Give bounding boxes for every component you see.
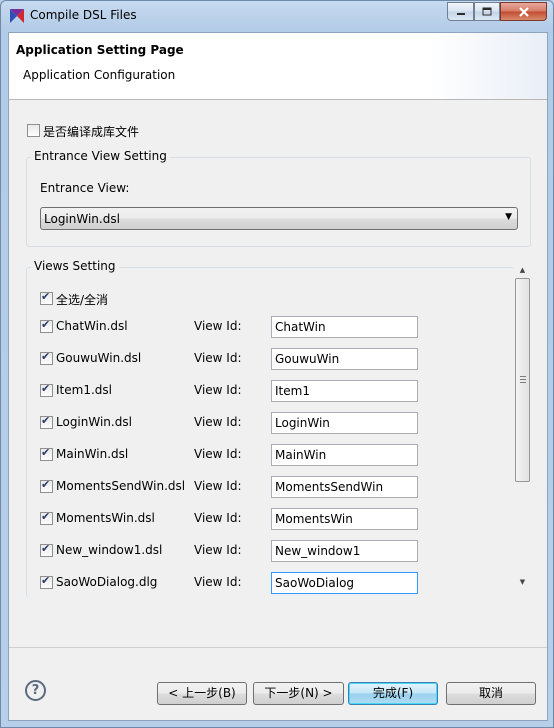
view-row-file-label: GouwuWin.dsl [56,351,142,365]
help-icon[interactable]: ? [25,680,46,701]
chevron-down-icon: ▼ [505,212,512,222]
grip-icon [520,376,526,383]
view-row-file-label: MomentsSendWin.dsl [56,479,186,493]
view-row-checkbox[interactable] [40,478,53,493]
view-id-label: View Id: [194,447,242,461]
compile-lib-checkbox[interactable] [27,124,40,137]
view-id-label: View Id: [194,383,242,397]
cancel-button[interactable]: 取消 [446,682,536,705]
view-row-file-label: LoginWin.dsl [56,415,132,429]
view-id-label: View Id: [194,575,242,589]
view-id-input[interactable]: LoginWin [271,412,418,434]
view-id-input[interactable]: ChatWin [271,316,418,338]
view-row-checkbox[interactable] [40,574,53,589]
view-row-checkbox[interactable] [40,350,53,365]
next-button[interactable]: 下一步(N) > [253,682,344,705]
title-bar[interactable]: Compile DSL Files [1,1,553,31]
views-scrollbar[interactable]: ▲ ▼ [514,262,531,591]
view-id-input[interactable]: MomentsWin [271,508,418,530]
entrance-view-select[interactable]: LoginWin.dsl ▼ [40,207,518,230]
minimize-icon [456,12,465,15]
scroll-down-arrow-icon[interactable]: ▼ [514,574,531,591]
view-id-input[interactable]: Item1 [271,380,418,402]
view-row-file-label: MomentsWin.dsl [56,511,155,525]
view-id-label: View Id: [194,479,242,493]
view-row-checkbox[interactable] [40,542,53,557]
view-id-label: View Id: [194,543,242,557]
close-button[interactable] [500,2,547,21]
view-row-checkbox[interactable] [40,414,53,429]
view-id-input[interactable]: MainWin [271,444,418,466]
minimize-button[interactable] [447,2,474,21]
finish-button[interactable]: 完成(F) [348,682,438,705]
view-row-checkbox[interactable] [40,382,53,397]
view-id-input[interactable]: GouwuWin [271,348,418,370]
view-row-checkbox[interactable] [40,318,53,333]
view-id-input[interactable]: SaoWoDialog [271,572,418,594]
view-row-file-label: ChatWin.dsl [56,319,128,333]
dialog-client-area: Application Setting Page Application Con… [8,32,548,721]
view-row-checkbox[interactable] [40,446,53,461]
page-subtitle: Application Configuration [23,68,176,82]
view-id-label: View Id: [194,319,242,333]
view-id-input[interactable]: New_window1 [271,540,418,562]
view-id-label: View Id: [194,351,242,365]
view-row-file-label: MainWin.dsl [56,447,129,461]
dialog-window: Compile DSL Files Application Setting Pa… [0,0,554,728]
maximize-icon [482,7,492,16]
maximize-button[interactable] [474,2,500,21]
entrance-group-title: Entrance View Setting [31,149,170,163]
scroll-up-arrow-icon[interactable]: ▲ [514,262,531,279]
page-title: Application Setting Page [16,43,184,57]
wizard-header: Application Setting Page Application Con… [9,33,547,100]
footer-divider [9,647,547,648]
entrance-view-group [26,157,531,247]
view-id-label: View Id: [194,415,242,429]
view-id-input[interactable]: MomentsSendWin [271,476,418,498]
view-row-file-label: Item1.dsl [56,383,112,397]
view-row-checkbox[interactable] [40,510,53,525]
scroll-thumb[interactable] [515,278,530,482]
view-row-file-label: New_window1.dsl [56,543,163,557]
window-title: Compile DSL Files [30,8,137,22]
view-row-file-label: SaoWoDialog.dlg [56,575,158,589]
select-all-checkbox[interactable] [40,290,53,305]
back-button[interactable]: < 上一步(B) [157,682,247,705]
close-icon [518,6,529,17]
app-logo-icon [10,9,24,23]
compile-lib-label: 是否编译成库文件 [43,125,140,139]
entrance-view-label: Entrance View: [40,181,130,195]
views-group-title: Views Setting [31,259,119,273]
select-all-label: 全选/全消 [56,293,109,307]
entrance-view-value: LoginWin.dsl [44,212,120,226]
view-id-label: View Id: [194,511,242,525]
